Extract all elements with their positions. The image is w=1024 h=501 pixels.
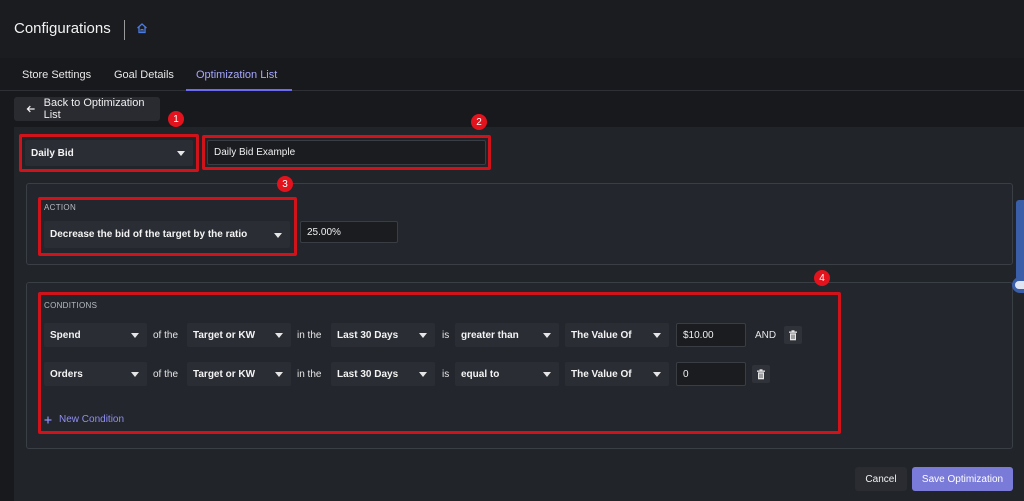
optimization-name-field[interactable]: Daily Bid Example bbox=[207, 140, 486, 165]
chevron-down-icon bbox=[274, 232, 282, 238]
chevron-down-icon bbox=[131, 333, 139, 338]
condition-1-period-select[interactable]: Last 30 Days bbox=[331, 323, 435, 347]
condition-1-target-value: Target or KW bbox=[193, 329, 256, 341]
condition-2-delete-button[interactable] bbox=[752, 365, 770, 383]
arrow-left-icon bbox=[26, 105, 35, 113]
condition-2-metric-value: Orders bbox=[50, 368, 83, 380]
back-to-list-button[interactable]: Back to Optimization List bbox=[14, 97, 160, 121]
marker-3: 3 bbox=[277, 176, 293, 192]
conditions-section-label: CONDITIONS bbox=[44, 301, 98, 310]
tab-optimization-list[interactable]: Optimization List bbox=[196, 69, 277, 81]
condition-1-is-label: is bbox=[442, 330, 450, 341]
condition-2-value-type-select[interactable]: The Value Of bbox=[565, 362, 669, 386]
condition-1-metric-value: Spend bbox=[50, 329, 81, 341]
condition-1-delete-button[interactable] bbox=[784, 326, 802, 344]
new-condition-button[interactable]: New Condition bbox=[44, 414, 124, 425]
chevron-down-icon bbox=[543, 372, 551, 377]
condition-2-target-select[interactable]: Target or KW bbox=[187, 362, 291, 386]
chevron-down-icon bbox=[653, 372, 661, 377]
condition-1-of-the-label: of the bbox=[153, 330, 179, 341]
chevron-down-icon bbox=[275, 333, 283, 338]
chevron-down-icon bbox=[419, 333, 427, 338]
condition-1-value-type-value: The Value Of bbox=[571, 329, 632, 341]
tab-goal-details[interactable]: Goal Details bbox=[114, 69, 174, 81]
chevron-down-icon bbox=[131, 372, 139, 377]
save-optimization-button[interactable]: Save Optimization bbox=[912, 467, 1013, 491]
condition-2-operator-value: equal to bbox=[461, 368, 500, 380]
active-tab-indicator bbox=[186, 89, 292, 91]
cancel-button[interactable]: Cancel bbox=[855, 467, 907, 491]
title-divider bbox=[124, 20, 125, 40]
condition-2-period-value: Last 30 Days bbox=[337, 368, 399, 380]
chevron-down-icon bbox=[653, 333, 661, 338]
condition-1-operator-select[interactable]: greater than bbox=[455, 323, 559, 347]
action-select[interactable]: Decrease the bid of the target by the ra… bbox=[44, 221, 290, 248]
condition-1-value-field[interactable]: $10.00 bbox=[676, 323, 746, 347]
condition-2-value-type-value: The Value Of bbox=[571, 368, 632, 380]
action-ratio-field[interactable]: 25.00% bbox=[300, 221, 398, 243]
condition-2-target-value: Target or KW bbox=[193, 368, 256, 380]
trash-icon bbox=[789, 329, 797, 340]
trash-icon bbox=[757, 368, 765, 379]
optimization-type-value: Daily Bid bbox=[31, 147, 74, 159]
condition-1-value-type-select[interactable]: The Value Of bbox=[565, 323, 669, 347]
condition-1-period-value: Last 30 Days bbox=[337, 329, 399, 341]
action-section-label: ACTION bbox=[44, 203, 77, 212]
condition-2-is-label: is bbox=[442, 369, 450, 380]
page-title: Configurations bbox=[14, 20, 111, 37]
condition-2-period-select[interactable]: Last 30 Days bbox=[331, 362, 435, 386]
condition-2-metric-select[interactable]: Orders bbox=[44, 362, 147, 386]
action-ratio-value: 25.00% bbox=[307, 226, 341, 238]
marker-4: 4 bbox=[814, 270, 830, 286]
action-select-value: Decrease the bid of the target by the ra… bbox=[50, 229, 248, 240]
condition-2-value-field[interactable]: 0 bbox=[676, 362, 746, 386]
condition-1-operator-value: greater than bbox=[461, 329, 519, 341]
condition-2-value: 0 bbox=[683, 368, 689, 380]
condition-1-metric-select[interactable]: Spend bbox=[44, 323, 147, 347]
tab-store-settings[interactable]: Store Settings bbox=[22, 69, 91, 81]
marker-2: 2 bbox=[471, 114, 487, 130]
condition-2-operator-select[interactable]: equal to bbox=[455, 362, 559, 386]
condition-and-label: AND bbox=[755, 330, 777, 341]
top-bar bbox=[0, 0, 1024, 58]
back-button-label: Back to Optimization List bbox=[43, 97, 145, 121]
marker-1: 1 bbox=[168, 111, 184, 127]
optimization-name-value: Daily Bid Example bbox=[214, 147, 296, 158]
condition-1-value: $10.00 bbox=[683, 329, 714, 341]
chevron-down-icon bbox=[419, 372, 427, 377]
chevron-down-icon bbox=[275, 372, 283, 377]
condition-1-target-select[interactable]: Target or KW bbox=[187, 323, 291, 347]
side-panel-handle-icon bbox=[1015, 281, 1024, 289]
chevron-down-icon bbox=[543, 333, 551, 338]
condition-1-in-the-label: in the bbox=[297, 330, 322, 341]
side-panel-tab[interactable] bbox=[1016, 200, 1024, 280]
new-condition-label: New Condition bbox=[59, 414, 125, 425]
plus-icon bbox=[44, 416, 52, 423]
home-icon[interactable] bbox=[136, 22, 148, 34]
condition-2-of-the-label: of the bbox=[153, 369, 179, 380]
optimization-type-select[interactable]: Daily Bid bbox=[25, 140, 193, 166]
chevron-down-icon bbox=[177, 151, 185, 156]
condition-2-in-the-label: in the bbox=[297, 369, 322, 380]
